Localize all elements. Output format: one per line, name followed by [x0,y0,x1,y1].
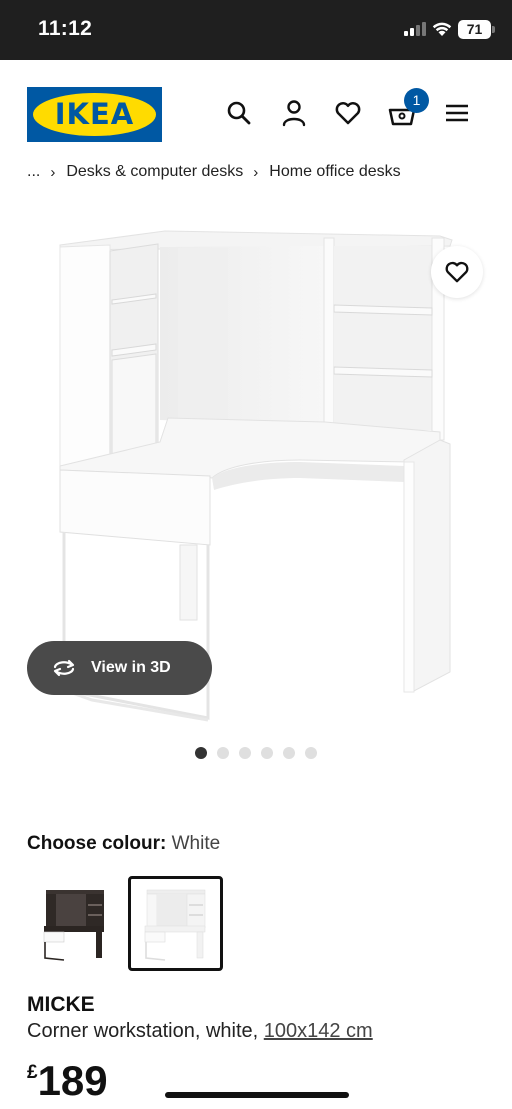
colour-swatch-white[interactable] [128,876,223,971]
carousel-dot[interactable] [239,747,251,759]
carousel-dot[interactable] [305,747,317,759]
search-icon[interactable] [224,98,254,128]
breadcrumb-desks[interactable]: Desks & computer desks [66,163,243,181]
carousel-dot[interactable] [195,747,207,759]
menu-icon[interactable] [442,98,472,128]
cart-count-badge: 1 [404,88,429,113]
signal-icon [404,22,426,36]
breadcrumb-ellipsis[interactable]: ... [27,163,40,181]
heart-icon [445,261,469,283]
rotate-3d-icon [53,659,75,677]
view-in-3d-button[interactable]: View in 3D [27,641,212,695]
battery-icon: 71 [458,20,495,39]
price-amount: 189 [37,1057,108,1104]
wifi-icon [432,22,452,36]
home-indicator[interactable] [165,1092,349,1098]
carousel-dot[interactable] [283,747,295,759]
product-description-text: Corner workstation, white, [27,1020,259,1042]
colour-label: Choose colour: [27,833,167,854]
chevron-right-icon: › [50,163,56,181]
status-time: 11:12 [38,17,93,40]
wishlist-icon[interactable] [333,98,363,128]
carousel-dot[interactable] [217,747,229,759]
view-in-3d-label: View in 3D [91,659,171,676]
product-dimensions-link[interactable]: 100x142 cm [264,1020,373,1042]
colour-selector-label: Choose colour: White [27,833,220,855]
colour-value: White [171,833,221,854]
chevron-right-icon: › [253,163,259,181]
product-price: £ 189 [27,1056,108,1106]
breadcrumb: ... › Desks & computer desks › Home offi… [27,163,401,181]
save-to-wishlist-button[interactable] [431,246,483,298]
status-bar: 11:12 71 [0,0,512,60]
product-description: Corner workstation, white, 100x142 cm [27,1020,373,1043]
product-name: MICKE [27,993,95,1016]
account-icon[interactable] [279,98,309,128]
breadcrumb-home-office-desks[interactable]: Home office desks [269,163,400,181]
colour-swatch-black-brown[interactable] [27,876,122,971]
price-currency: £ [27,1062,38,1083]
image-carousel-dots [195,747,317,759]
carousel-dot[interactable] [261,747,273,759]
ikea-logo[interactable]: IKEA [27,87,162,142]
